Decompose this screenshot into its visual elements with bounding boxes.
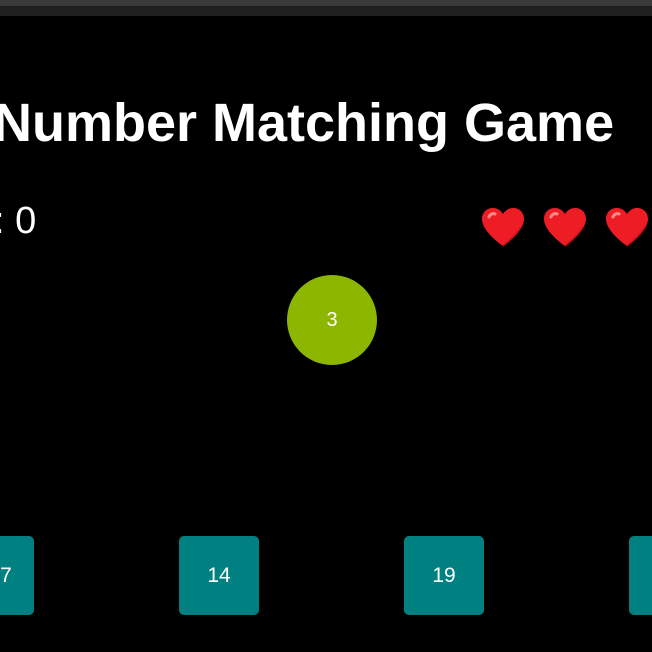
heart-icon	[482, 208, 524, 247]
falling-number-label: 3	[326, 308, 338, 331]
number-tile[interactable]	[629, 536, 652, 615]
game-title: Number Matching Game	[0, 93, 615, 153]
number-tile-label: 7	[0, 563, 12, 587]
heart-icon	[606, 208, 648, 247]
number-tile[interactable]: 14	[179, 536, 259, 615]
number-tile[interactable]: 7	[0, 536, 34, 615]
score-display: : 0	[0, 200, 37, 242]
game-stage: Number Matching Game : 0 3 7 14 19	[0, 0, 652, 652]
number-tile[interactable]: 19	[404, 536, 484, 615]
number-tile-label: 19	[432, 563, 456, 587]
number-tile-label: 14	[207, 563, 231, 587]
falling-number-ball: 3	[287, 275, 377, 365]
heart-icon	[544, 208, 586, 247]
window-top-bar	[0, 0, 652, 16]
